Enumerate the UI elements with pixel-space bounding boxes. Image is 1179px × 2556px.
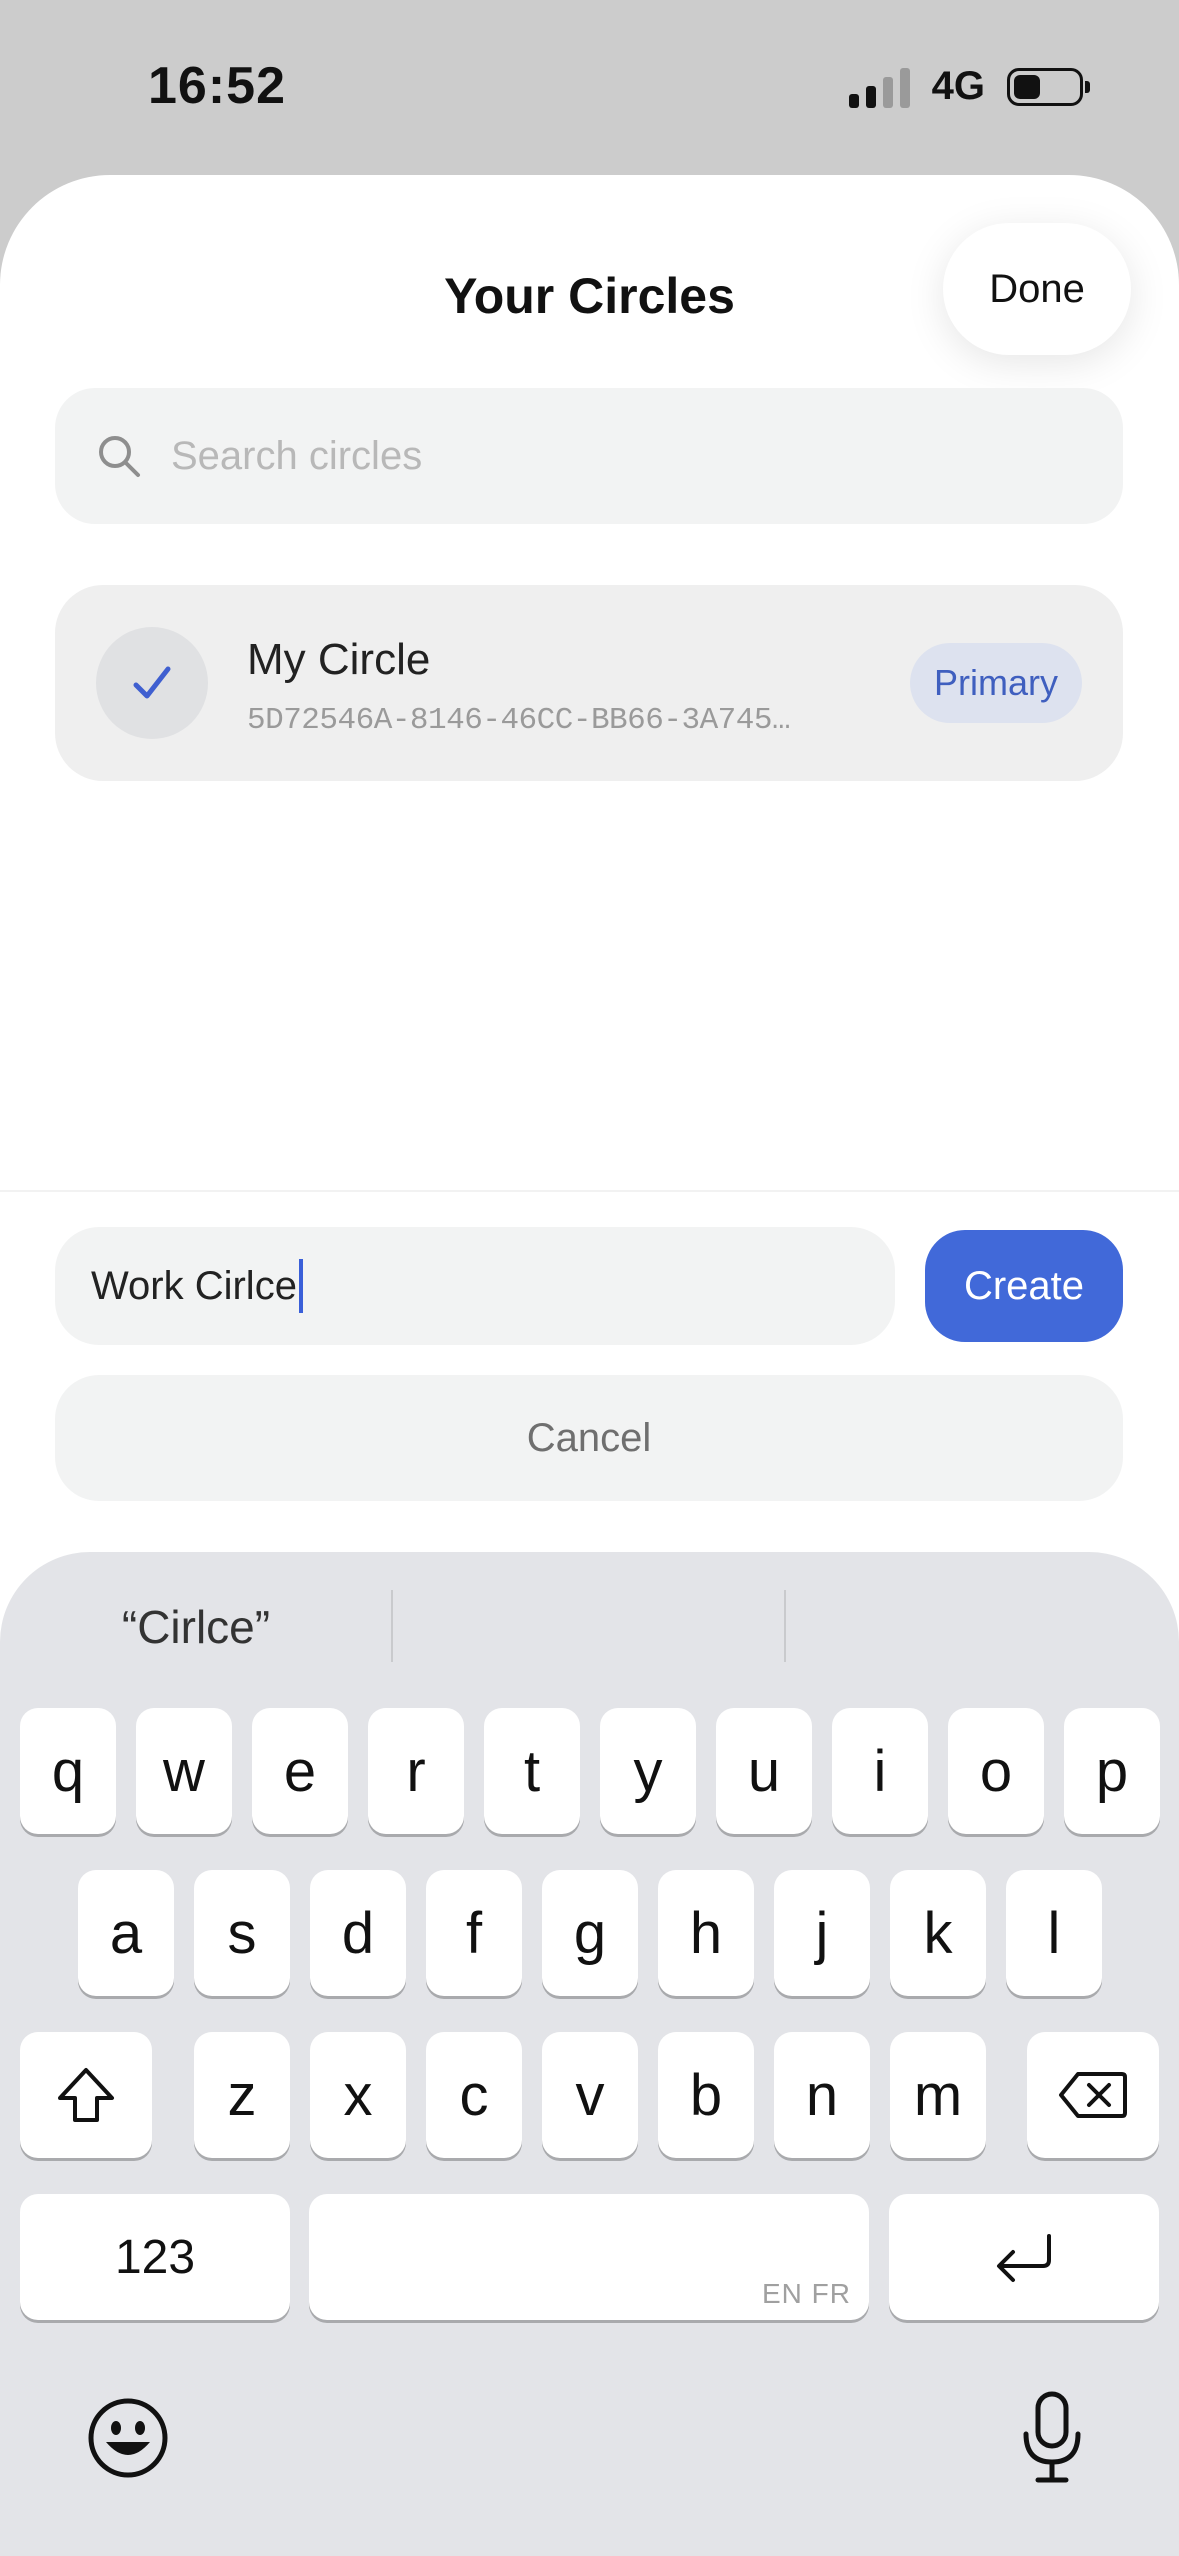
key-u[interactable]: u bbox=[716, 1708, 812, 1834]
key-m[interactable]: m bbox=[890, 2032, 986, 2158]
key-c[interactable]: c bbox=[426, 2032, 522, 2158]
circle-id: 5D72546A-8146-46CC-BB66-3A745… bbox=[247, 703, 791, 738]
key-l[interactable]: l bbox=[1006, 1870, 1102, 1996]
key-j[interactable]: j bbox=[774, 1870, 870, 1996]
suggestion-item[interactable] bbox=[786, 1552, 1179, 1702]
circle-name-input[interactable]: Work Cirlce bbox=[55, 1227, 895, 1345]
cancel-button[interactable]: Cancel bbox=[55, 1375, 1123, 1501]
key-i[interactable]: i bbox=[832, 1708, 928, 1834]
suggestion-item[interactable]: “Cirlce” bbox=[0, 1552, 392, 1702]
signal-icon bbox=[848, 66, 910, 108]
key-x[interactable]: x bbox=[310, 2032, 406, 2158]
key-d[interactable]: d bbox=[310, 1870, 406, 1996]
language-hint: EN FR bbox=[762, 2278, 851, 2309]
primary-badge: Primary bbox=[910, 643, 1082, 723]
key-b[interactable]: b bbox=[658, 2032, 754, 2158]
status-indicators: 4G bbox=[848, 64, 1090, 109]
numbers-key[interactable]: 123 bbox=[20, 2194, 290, 2320]
key-z[interactable]: z bbox=[194, 2032, 290, 2158]
circle-name: My Circle bbox=[247, 635, 431, 684]
key-y[interactable]: y bbox=[600, 1708, 696, 1834]
circle-name-input-value: Work Cirlce bbox=[91, 1263, 297, 1308]
key-q[interactable]: q bbox=[20, 1708, 116, 1834]
search-bar[interactable] bbox=[55, 388, 1123, 524]
key-v[interactable]: v bbox=[542, 2032, 638, 2158]
space-key[interactable]: EN FR bbox=[309, 2194, 869, 2320]
search-input[interactable] bbox=[171, 433, 1051, 479]
key-g[interactable]: g bbox=[542, 1870, 638, 1996]
key-p[interactable]: p bbox=[1064, 1708, 1160, 1834]
emoji-button[interactable] bbox=[80, 2390, 176, 2486]
divider bbox=[0, 1190, 1179, 1192]
status-bar: 16:52 4G bbox=[0, 0, 1179, 175]
key-h[interactable]: h bbox=[658, 1870, 754, 1996]
key-a[interactable]: a bbox=[78, 1870, 174, 1996]
checkmark-icon bbox=[133, 666, 171, 699]
status-time: 16:52 bbox=[148, 57, 286, 115]
circle-list-item[interactable]: My Circle 5D72546A-8146-46CC-BB66-3A745…… bbox=[55, 585, 1123, 781]
key-f[interactable]: f bbox=[426, 1870, 522, 1996]
key-e[interactable]: e bbox=[252, 1708, 348, 1834]
emoji-icon bbox=[88, 2398, 168, 2478]
key-o[interactable]: o bbox=[948, 1708, 1044, 1834]
done-button[interactable]: Done bbox=[943, 223, 1131, 355]
key-k[interactable]: k bbox=[890, 1870, 986, 1996]
key-w[interactable]: w bbox=[136, 1708, 232, 1834]
shift-icon bbox=[58, 2068, 114, 2122]
key-s[interactable]: s bbox=[194, 1870, 290, 1996]
key-t[interactable]: t bbox=[484, 1708, 580, 1834]
selected-check bbox=[96, 627, 208, 739]
network-type: 4G bbox=[931, 64, 985, 108]
battery-icon bbox=[1007, 67, 1090, 106]
search-icon bbox=[99, 436, 140, 477]
suggestion-bar: “Cirlce” bbox=[0, 1552, 1179, 1702]
delete-key[interactable] bbox=[1027, 2032, 1159, 2158]
dictation-button[interactable] bbox=[1004, 2386, 1100, 2490]
keyboard: “Cirlce” qwertyuiopasdfghjklzxcvbnm 123 … bbox=[0, 1552, 1179, 2556]
return-icon bbox=[997, 2234, 1051, 2282]
suggestion-item[interactable] bbox=[393, 1552, 785, 1702]
create-button[interactable]: Create bbox=[925, 1230, 1123, 1342]
shift-key[interactable] bbox=[20, 2032, 152, 2158]
key-n[interactable]: n bbox=[774, 2032, 870, 2158]
text-caret bbox=[298, 1259, 303, 1313]
delete-icon bbox=[1059, 2072, 1127, 2118]
microphone-icon bbox=[1023, 2391, 1081, 2483]
return-key[interactable] bbox=[889, 2194, 1159, 2320]
key-r[interactable]: r bbox=[368, 1708, 464, 1834]
